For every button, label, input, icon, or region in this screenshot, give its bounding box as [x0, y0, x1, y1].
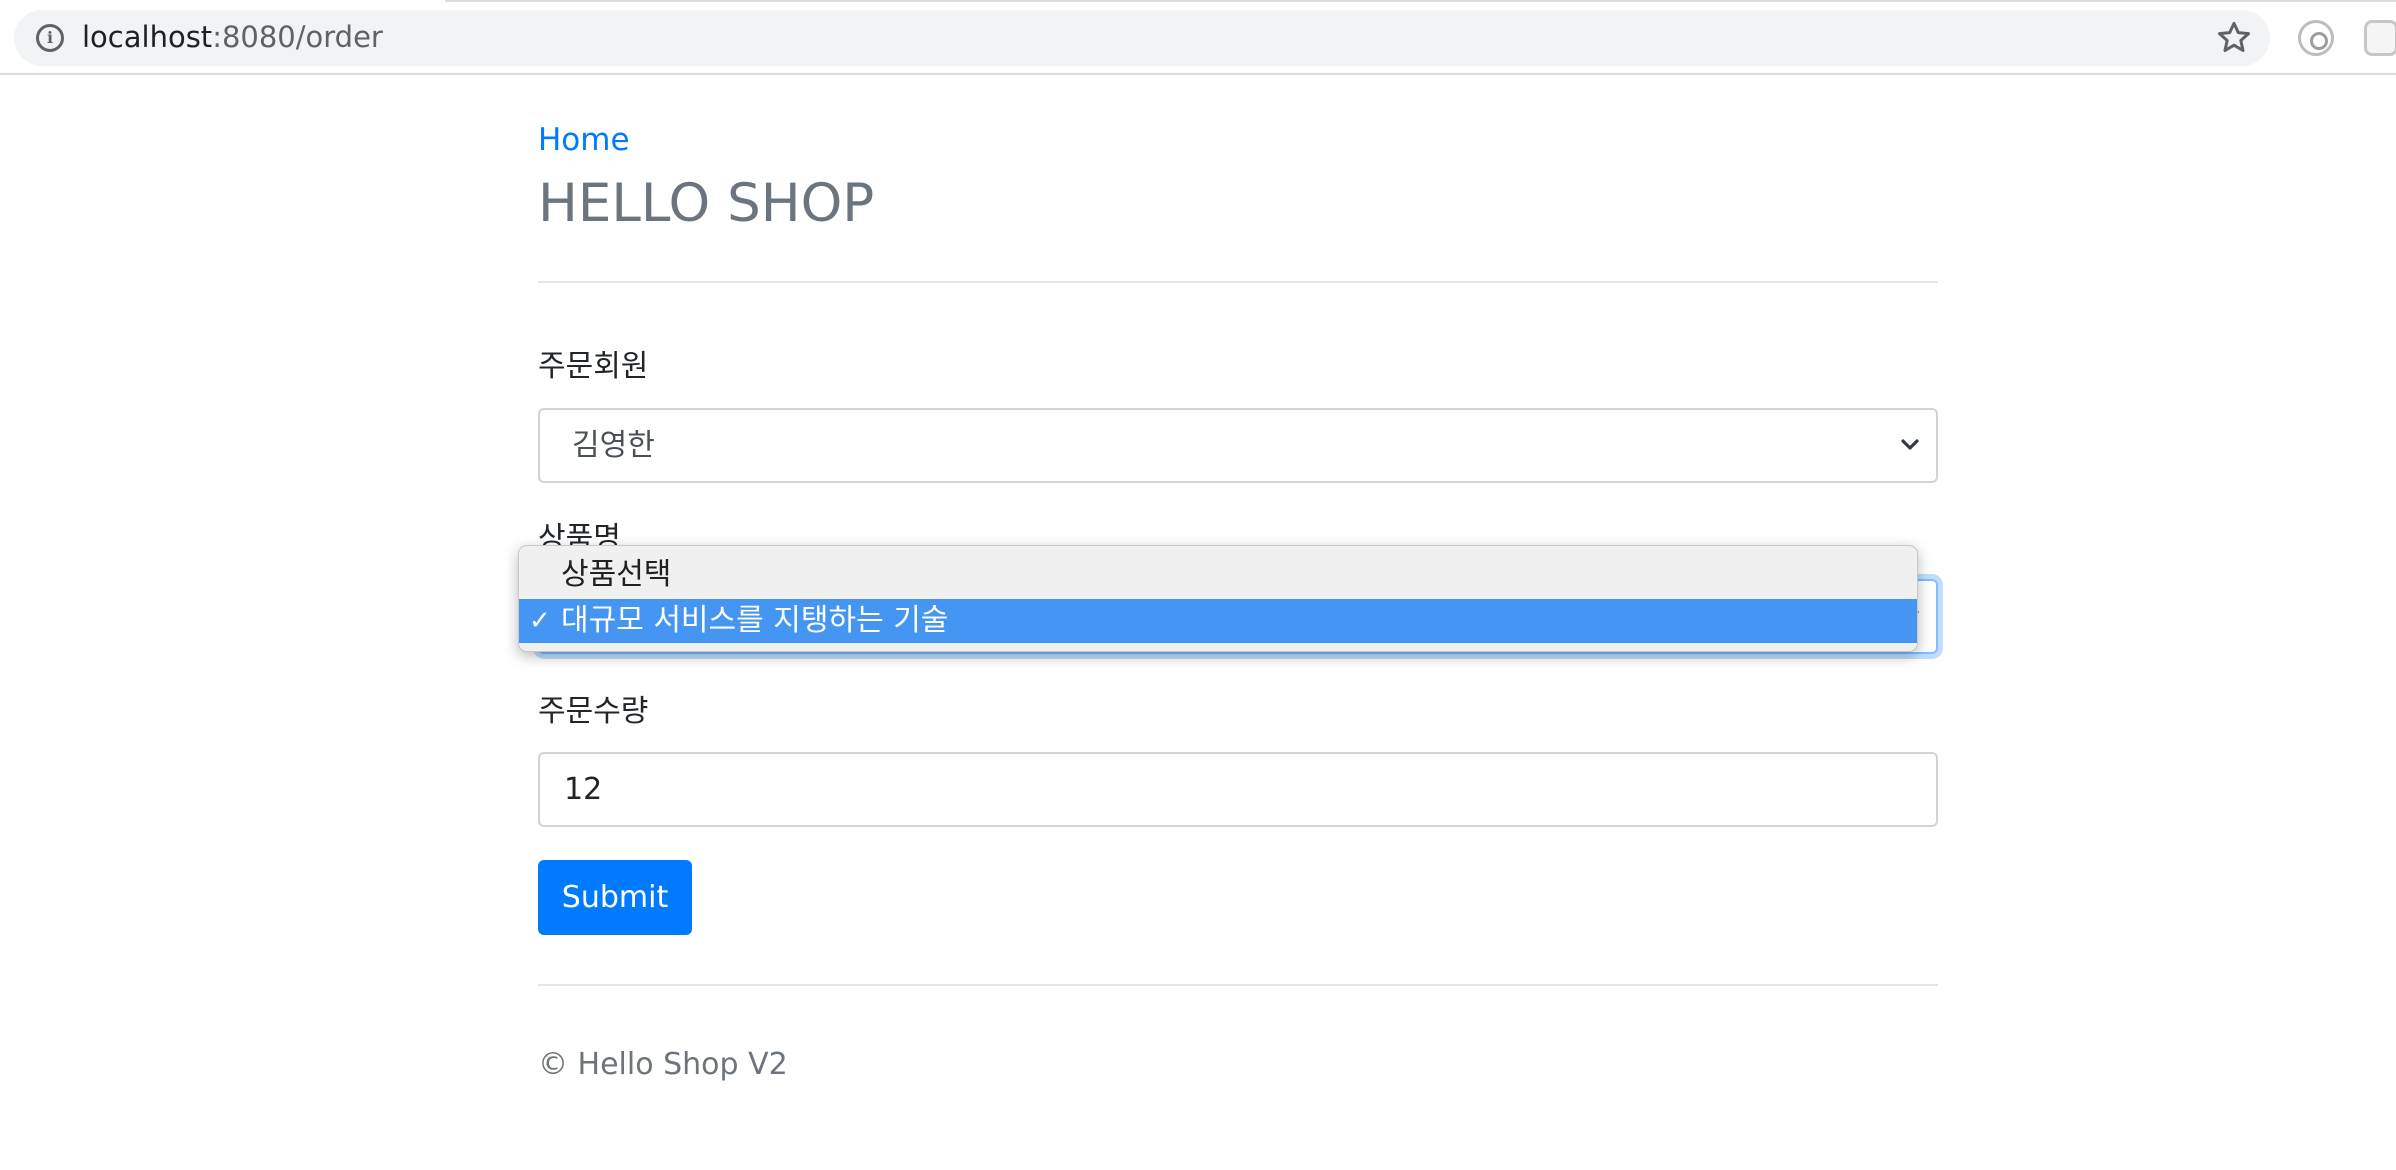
extension-icon-2[interactable]	[2364, 20, 2396, 56]
extension-icon[interactable]	[2298, 20, 2334, 56]
home-link[interactable]: Home	[538, 120, 630, 160]
browser-toolbar: i localhost:8080/order	[0, 0, 2396, 75]
chevron-down-icon	[1901, 439, 1919, 450]
tab-strip-line	[445, 0, 2396, 2]
dropdown-option[interactable]: 상품선택	[519, 553, 1917, 597]
count-label: 주문수량	[538, 694, 649, 729]
site-info-icon[interactable]: i	[36, 24, 64, 52]
dropdown-option-selected[interactable]: ✓ 대규모 서비스를 지탱하는 기술	[519, 599, 1917, 643]
checkmark-icon: ✓	[529, 606, 551, 636]
url-host: localhost	[82, 20, 213, 54]
header-divider	[538, 281, 1938, 283]
page-title: HELLO SHOP	[538, 173, 875, 234]
url-path: :8080/order	[212, 20, 383, 54]
member-select-value: 김영한	[572, 428, 655, 463]
dropdown-option-label: 대규모 서비스를 지탱하는 기술	[561, 603, 949, 638]
item-dropdown-list: 상품선택 ✓ 대규모 서비스를 지탱하는 기술	[518, 545, 1918, 652]
member-select[interactable]: 김영한	[538, 408, 1938, 483]
bookmark-star-icon[interactable]	[2214, 18, 2254, 58]
member-label: 주문회원	[538, 349, 649, 384]
address-url[interactable]: localhost:8080/order	[82, 17, 383, 57]
dropdown-option-label: 상품선택	[561, 557, 672, 592]
footer-divider	[538, 984, 1938, 986]
count-input[interactable]: 12	[538, 752, 1938, 827]
submit-button[interactable]: Submit	[538, 860, 692, 935]
footer-copyright: © Hello Shop V2	[538, 1047, 788, 1082]
